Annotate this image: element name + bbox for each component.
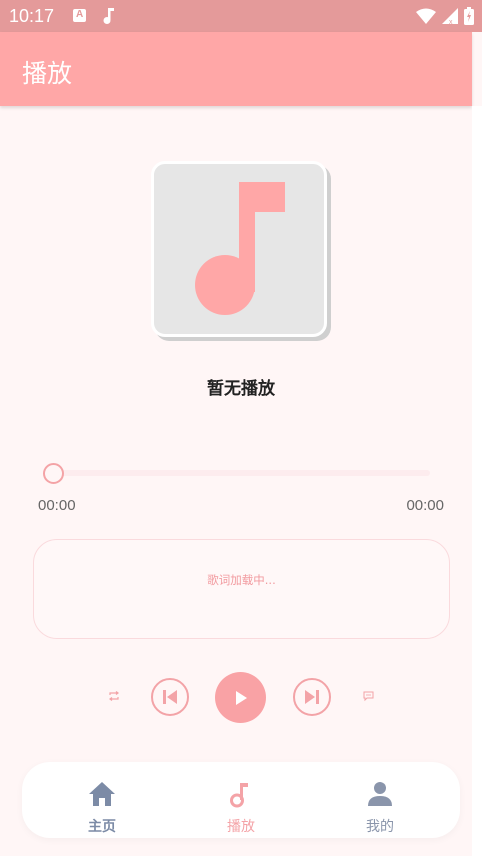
text-a-icon: A bbox=[73, 9, 86, 22]
play-button[interactable] bbox=[215, 672, 266, 723]
battery-icon bbox=[464, 7, 474, 29]
music-note-icon bbox=[195, 182, 285, 315]
lyrics-placeholder: 歌词加载中... bbox=[207, 573, 276, 587]
music-note-icon bbox=[230, 783, 248, 808]
status-bar: 10:17 A x bbox=[0, 0, 482, 32]
nav-item-play[interactable]: 播放 bbox=[168, 762, 314, 838]
repeat-icon bbox=[109, 691, 119, 701]
lyrics-icon bbox=[363, 691, 374, 702]
nav-item-mine[interactable]: 我的 bbox=[307, 762, 453, 838]
play-icon bbox=[236, 691, 247, 705]
music-note-icon bbox=[103, 8, 115, 28]
home-icon bbox=[89, 782, 115, 806]
next-icon bbox=[305, 690, 319, 704]
previous-icon bbox=[163, 690, 177, 704]
nav-label-mine: 我的 bbox=[366, 819, 394, 835]
progress-thumb[interactable] bbox=[43, 463, 64, 484]
app-bar: 播放 bbox=[0, 32, 472, 106]
repeat-button[interactable] bbox=[108, 690, 120, 702]
lyrics-panel[interactable]: 歌词加载中... bbox=[33, 539, 450, 639]
wifi-icon bbox=[416, 8, 436, 28]
page-title: 播放 bbox=[22, 59, 73, 88]
current-time: 00:00 bbox=[38, 497, 76, 514]
person-icon bbox=[368, 782, 392, 806]
nav-label-play: 播放 bbox=[227, 819, 255, 835]
progress-track[interactable] bbox=[53, 470, 430, 476]
previous-button[interactable] bbox=[151, 678, 189, 716]
next-button[interactable] bbox=[293, 678, 331, 716]
svg-text:x: x bbox=[449, 19, 453, 24]
album-art bbox=[151, 161, 327, 337]
bottom-nav: 主页 播放 我的 bbox=[22, 762, 460, 838]
song-title: 暂无播放 bbox=[207, 379, 275, 399]
edge-strip bbox=[472, 106, 482, 856]
signal-icon: x bbox=[442, 8, 458, 28]
nav-item-home[interactable]: 主页 bbox=[29, 762, 175, 838]
total-time: 00:00 bbox=[406, 497, 444, 514]
status-time: 10:17 bbox=[9, 6, 55, 26]
nav-label-home: 主页 bbox=[88, 819, 116, 835]
lyrics-button[interactable] bbox=[363, 691, 374, 702]
